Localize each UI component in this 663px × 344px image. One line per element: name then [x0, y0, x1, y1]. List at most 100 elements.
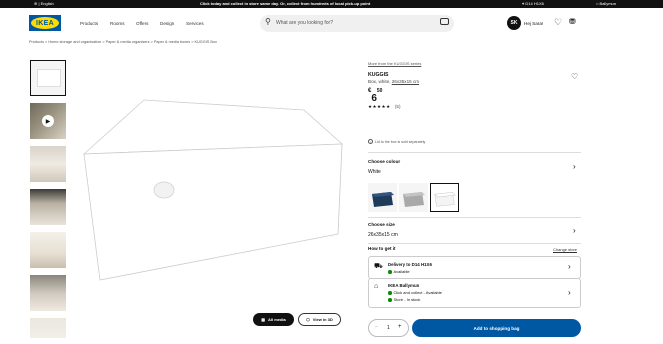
delivery-status-text: Available	[393, 269, 410, 274]
media-icon: ▦	[261, 317, 265, 322]
shopping-bag-icon[interactable]: ⛃	[569, 17, 576, 26]
click-collect-status: Click and collect - Available	[388, 290, 442, 295]
in-store-text: Store - In stock	[393, 297, 421, 302]
play-icon: ▶	[42, 115, 54, 127]
product-name: KUGGIS	[368, 72, 389, 78]
series-link[interactable]: More from the KUGGIS series	[368, 61, 421, 66]
nav-services[interactable]: Services	[186, 21, 204, 26]
3d-icon: ⬡	[306, 317, 310, 322]
chevron-right-icon: ›	[573, 162, 576, 171]
store-card[interactable]: ⌂ IKEA Ballymun Click and collect - Avai…	[368, 278, 581, 308]
in-stock-dot	[388, 298, 392, 302]
thumbnail-4[interactable]	[30, 189, 66, 225]
choose-colour-row[interactable]: Choose colour White ›	[368, 155, 581, 179]
language-selector[interactable]: ⊕ | English	[34, 1, 54, 6]
thumbnail-video[interactable]: ▶	[30, 103, 66, 139]
description-text: Box, white,	[368, 79, 392, 84]
decrease-quantity-button[interactable]: −	[375, 324, 378, 330]
thumbnail-3[interactable]	[30, 146, 66, 182]
add-to-bag-button[interactable]: Add to shopping bag	[412, 319, 581, 337]
chevron-right-icon: ›	[568, 288, 571, 297]
camera-icon[interactable]	[440, 18, 449, 25]
postcode-label: D14 H1X6	[525, 1, 544, 6]
thumbnail-box-image	[37, 69, 61, 87]
available-dot	[388, 270, 392, 274]
divider	[368, 217, 581, 218]
colour-label: Choose colour	[368, 159, 401, 164]
view-3d-button[interactable]: ⬡ View in 3D	[298, 313, 341, 326]
thumbnail-image	[30, 189, 66, 225]
truck-icon: ⛟	[374, 263, 383, 270]
how-to-get-label: How to get it	[368, 246, 396, 251]
size-link[interactable]: 26x35x15 cm	[392, 79, 419, 84]
thumbnail-5[interactable]	[30, 232, 66, 268]
breadcrumb-item[interactable]: Paper & media organisers	[106, 40, 150, 44]
postcode-selector[interactable]: ⌖ D14 H1X6	[522, 1, 544, 6]
available-dot	[388, 291, 392, 295]
swatch-grey[interactable]	[399, 183, 428, 212]
delivery-status: Available	[388, 269, 410, 274]
quantity-stepper[interactable]: − 1 +	[368, 319, 409, 337]
chevron-right-icon: ›	[573, 226, 576, 235]
nav-rooms[interactable]: Rooms	[110, 21, 125, 26]
search-placeholder: What are you looking for?	[276, 20, 333, 26]
breadcrumb-item[interactable]: Products	[29, 40, 44, 44]
thumbnail-1[interactable]	[30, 60, 66, 96]
size-selected: 26x35x15 cm	[368, 232, 398, 238]
rating[interactable]: ★★★★★ (5)	[368, 104, 401, 110]
view-3d-label: View in 3D	[312, 317, 333, 322]
nav-offers[interactable]: Offers	[136, 21, 148, 26]
swatch-grey-image	[403, 192, 425, 207]
product-main-image[interactable]	[80, 82, 355, 292]
store-icon: ⌂	[374, 283, 379, 290]
delivery-card[interactable]: ⛟ Delivery to D14 H1X6 Available ›	[368, 256, 581, 279]
increase-quantity-button[interactable]: +	[398, 324, 402, 330]
top-announcement-bar: ⊕ | English Click today and collect in s…	[0, 0, 663, 8]
store-label: Ballymun	[599, 1, 616, 6]
favourites-icon[interactable]: ♡	[554, 17, 562, 28]
add-favourite-icon[interactable]: ♡	[571, 72, 578, 81]
choose-size-row[interactable]: Choose size 26x35x15 cm ›	[368, 219, 581, 241]
search-bar[interactable]: ⚲ What are you looking for?	[260, 15, 454, 32]
promo-text[interactable]: Click today and collect in store same da…	[200, 1, 370, 6]
click-collect-text: Click and collect - Available	[393, 290, 442, 295]
nav-products[interactable]: Products	[80, 21, 98, 26]
search-icon: ⚲	[265, 17, 271, 26]
delivery-title: Delivery to D14 H1X6	[388, 262, 432, 267]
product-description: Box, white, 26x35x15 cm	[368, 79, 419, 84]
colour-selected: White	[368, 169, 381, 175]
swatch-dark-blue[interactable]	[368, 183, 397, 212]
breadcrumb-current: KUGGIS Box	[194, 40, 217, 44]
swatch-white-selected[interactable]	[430, 183, 459, 212]
review-count: (5)	[394, 104, 401, 109]
all-media-label: All media	[267, 317, 286, 322]
quantity-value[interactable]: 1	[387, 325, 390, 331]
language-label: English	[40, 1, 54, 6]
change-store-link[interactable]: Change store	[553, 247, 577, 252]
breadcrumb-item[interactable]: Paper & media boxes	[154, 40, 190, 44]
swatch-white-image	[434, 192, 456, 207]
thumbnail-image	[30, 232, 66, 268]
lid-note: i Lid to the box is sold separately	[368, 139, 425, 144]
thumbnail-image	[30, 275, 66, 311]
thumbnail-6[interactable]	[30, 275, 66, 311]
ikea-logo[interactable]: IKEA	[29, 15, 61, 31]
rating-stars: ★★★★★	[368, 104, 391, 109]
swatch-dark-blue-image	[372, 192, 394, 207]
breadcrumb-item[interactable]: Home storage and organisation	[48, 40, 101, 44]
size-label: Choose size	[368, 222, 395, 227]
all-media-button[interactable]: ▦ All media	[253, 313, 294, 326]
avatar[interactable]: SK	[507, 16, 521, 30]
thumbnail-7[interactable]	[30, 318, 66, 338]
price-decimal: 50	[376, 88, 383, 94]
store-selector[interactable]: ⌂ Ballymun	[596, 1, 616, 6]
divider	[368, 243, 581, 244]
lid-note-text: Lid to the box is sold separately	[375, 140, 426, 144]
thumbnail-image	[30, 318, 66, 338]
logo-text: IKEA	[31, 17, 59, 29]
divider	[368, 152, 581, 153]
in-store-status: Store - In stock	[388, 297, 420, 302]
chevron-right-icon: ›	[568, 262, 571, 271]
nav-design[interactable]: Design	[160, 21, 174, 26]
greeting[interactable]: Hej Sara!	[524, 21, 543, 26]
